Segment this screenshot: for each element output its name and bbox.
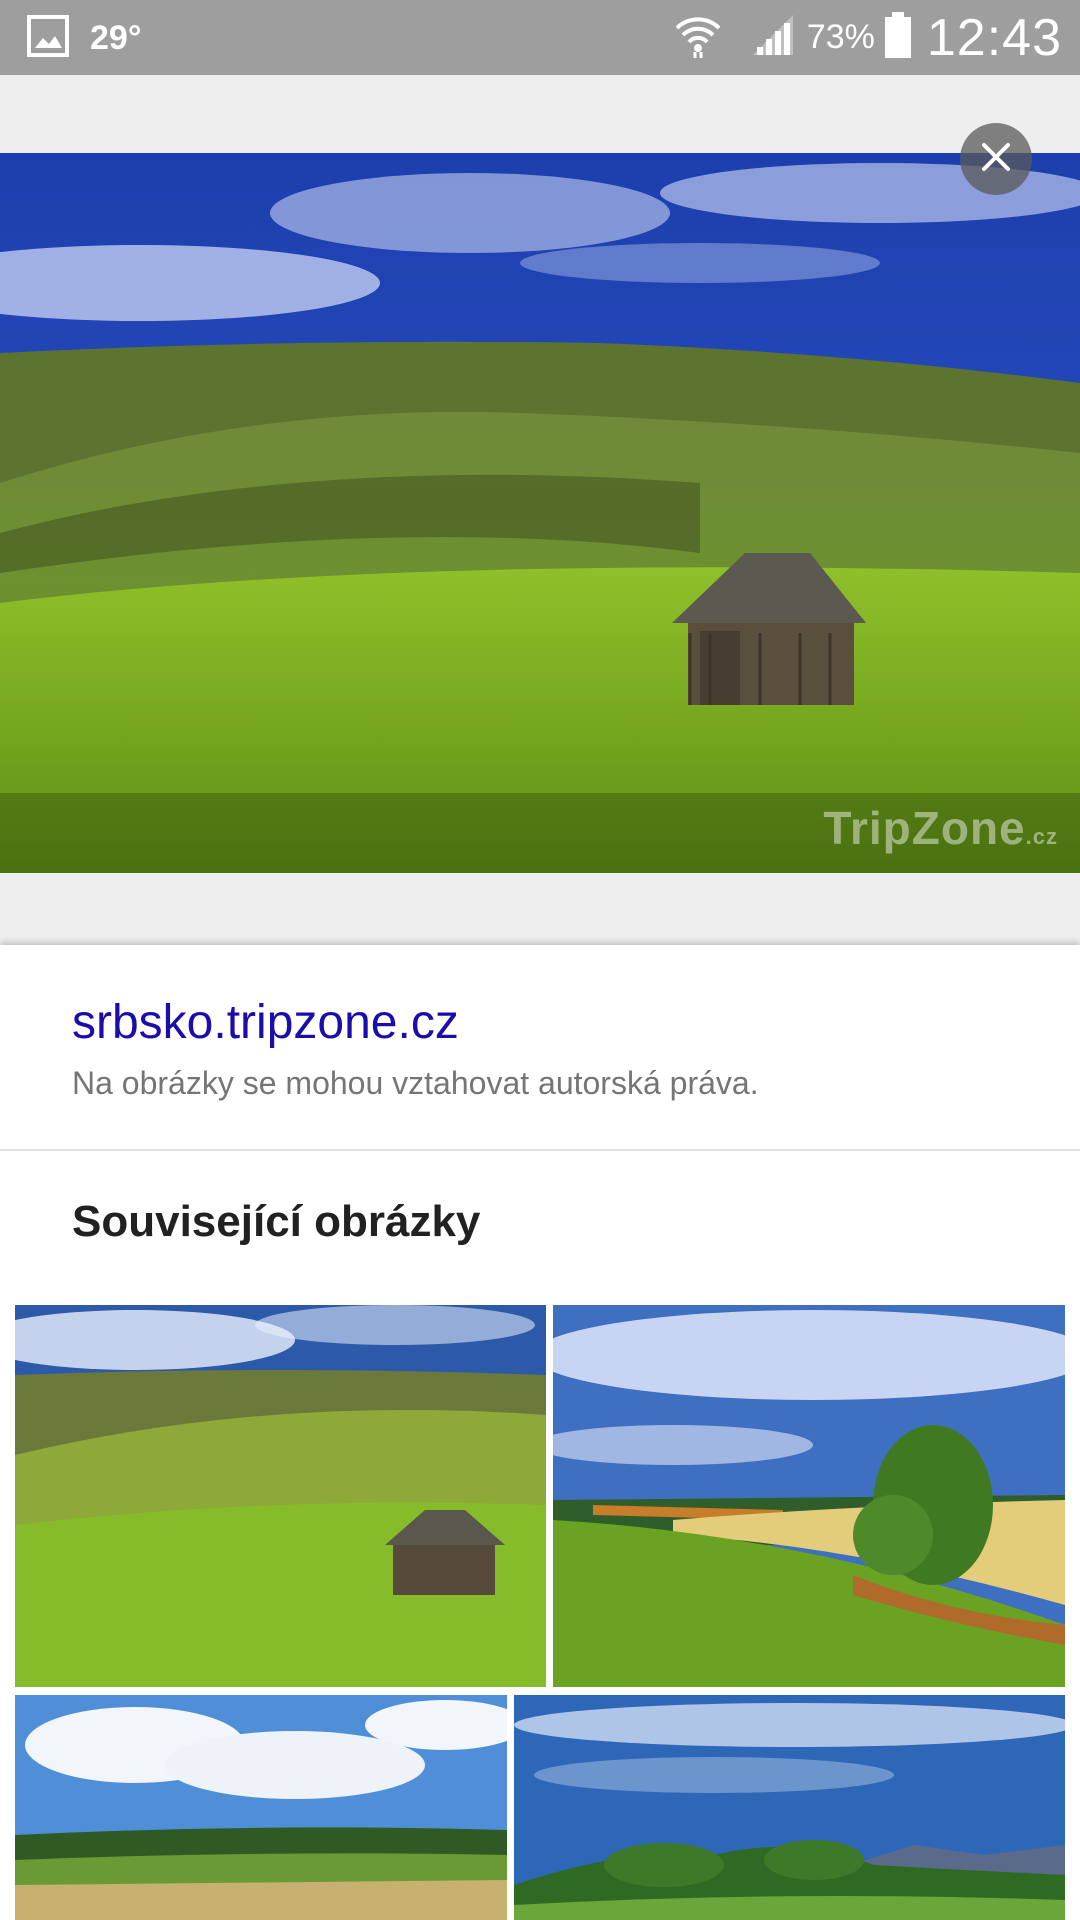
related-image-4[interactable] [514, 1695, 1065, 1920]
signal-icon [749, 11, 797, 64]
info-panel: srbsko.tripzone.cz Na obrázky se mohou v… [0, 945, 1080, 1920]
source-link[interactable]: srbsko.tripzone.cz [72, 995, 459, 1050]
related-image-1[interactable] [15, 1305, 546, 1687]
watermark: TripZone.cz [823, 802, 1058, 854]
status-left: 29° [26, 14, 141, 62]
wifi-icon [673, 10, 723, 65]
battery-icon [883, 10, 913, 65]
close-icon [979, 140, 1013, 179]
temperature: 29° [90, 18, 142, 57]
related-images-title: Související obrázky [72, 1197, 481, 1246]
related-image-2[interactable] [553, 1305, 1065, 1687]
gallery-icon [26, 14, 70, 63]
status-bar: 29° 73% 12:43 [0, 0, 1080, 75]
divider [0, 1149, 1080, 1151]
clock: 12:43 [926, 8, 1062, 67]
main-image[interactable]: TripZone.cz [0, 153, 1080, 873]
battery-percent: 73% [806, 18, 875, 56]
copyright-note: Na obrázky se mohou vztahovat autorská p… [72, 1065, 759, 1101]
close-button[interactable] [960, 123, 1032, 195]
status-right: 73% 12:43 [673, 0, 1062, 75]
image-viewer: TripZone.cz [0, 75, 1080, 945]
related-image-3[interactable] [15, 1695, 507, 1920]
